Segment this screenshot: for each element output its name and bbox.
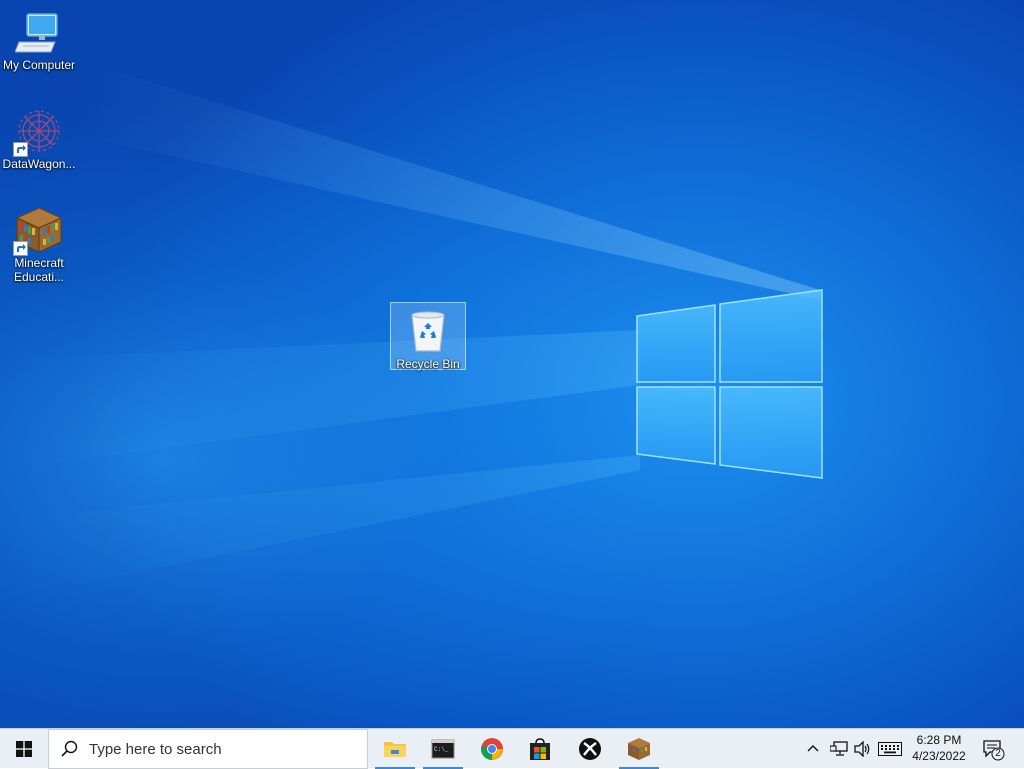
desktop-icon-minecraft-education[interactable]: Minecraft Educati...: [0, 202, 78, 284]
desktop-icon-my-computer[interactable]: My Computer: [0, 4, 78, 72]
recycle-bin-icon: [404, 307, 452, 355]
desktop-icon-datawagon[interactable]: DataWagon...: [0, 103, 78, 171]
svg-text:C:\_: C:\_: [434, 746, 449, 753]
folder-icon: [384, 742, 406, 757]
wallpaper-windows-logo: [636, 289, 823, 479]
chevron-up-icon: [807, 745, 819, 752]
search-icon: [61, 740, 78, 757]
search-box[interactable]: [48, 729, 368, 769]
monitor-icon: [14, 8, 63, 56]
shortcut-arrow-icon: [13, 142, 28, 157]
keyboard-icon: [878, 742, 902, 756]
desktop-icon-label: Recycle Bin: [396, 357, 460, 371]
clock-date: 4/23/2022: [912, 749, 966, 763]
taskbar-app-minecraft-education[interactable]: [617, 729, 661, 769]
taskbar-app-command-prompt[interactable]: C:\_: [421, 729, 465, 769]
desktop-icon-label: Minecraft Educati...: [13, 256, 65, 284]
datawagon-icon: [13, 107, 63, 157]
desktop-icon-label: My Computer: [2, 58, 76, 72]
taskbar-app-chrome[interactable]: [470, 729, 514, 769]
start-button[interactable]: [0, 729, 48, 769]
action-center-button[interactable]: 2: [982, 739, 1008, 766]
minecraft-bookshelf-icon: [13, 206, 63, 256]
xbox-icon: [579, 738, 601, 760]
desktop[interactable]: My Computer DataWagon... Minecraft Educa…: [0, 0, 1024, 728]
terminal-icon: C:\_: [431, 739, 455, 759]
keyboard-button[interactable]: [878, 742, 902, 761]
shortcut-arrow-icon: [13, 241, 28, 256]
minecraft-icon: [628, 738, 650, 760]
windows-logo-icon: [16, 741, 32, 757]
taskbar-app-file-explorer[interactable]: [373, 729, 417, 769]
taskbar: C:\_: [0, 728, 1024, 769]
wallpaper-light-beams: [0, 60, 820, 600]
search-input[interactable]: [87, 739, 351, 759]
desktop-icon-label: DataWagon...: [2, 157, 76, 171]
chrome-icon: [481, 738, 503, 760]
network-icon: [829, 741, 848, 756]
volume-button[interactable]: [854, 740, 872, 762]
notification-count-badge: 2: [995, 748, 1001, 759]
show-hidden-icons-button[interactable]: [806, 741, 820, 760]
network-button[interactable]: [829, 741, 848, 762]
clock-time: 6:28 PM: [916, 733, 962, 747]
store-icon: [530, 738, 550, 760]
taskbar-app-xbox[interactable]: [568, 729, 612, 769]
volume-icon: [854, 740, 870, 758]
clock[interactable]: 6:28 PM 4/23/2022: [906, 732, 972, 764]
desktop-icon-recycle-bin[interactable]: Recycle Bin: [390, 302, 466, 371]
taskbar-app-microsoft-store[interactable]: [518, 729, 562, 769]
